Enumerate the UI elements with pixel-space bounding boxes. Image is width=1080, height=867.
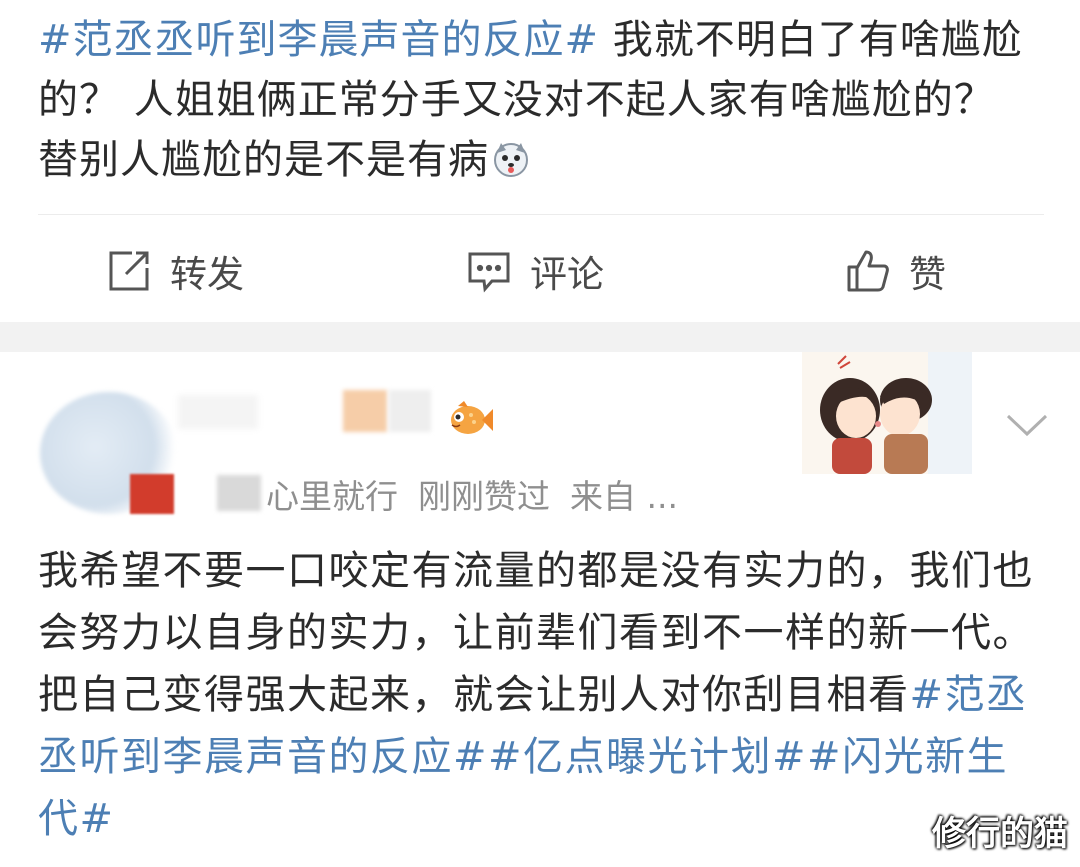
post-meta: 心里就行 刚刚赞过 来自 ... bbox=[266, 470, 698, 518]
comment-icon bbox=[468, 252, 510, 293]
meta-liked: 刚刚赞过 bbox=[418, 477, 550, 516]
avatar-badge bbox=[130, 474, 174, 514]
couple-sticker bbox=[802, 352, 972, 474]
badge-redacted bbox=[389, 390, 431, 432]
like-button[interactable]: 赞 bbox=[845, 232, 946, 310]
comment-button[interactable]: 评论 bbox=[466, 232, 604, 310]
hashtag-link[interactable]: #范丞丞听到李晨声音的反应# bbox=[38, 17, 599, 63]
repost-icon bbox=[109, 251, 149, 291]
fish-emoji bbox=[451, 401, 493, 434]
username-redacted bbox=[178, 395, 258, 429]
badge-redacted bbox=[343, 390, 387, 432]
comment-label: 评论 bbox=[530, 253, 604, 296]
repost-label: 转发 bbox=[170, 253, 244, 296]
meta-from: 来自 ... bbox=[570, 477, 678, 516]
post-text-2: 我希望不要一口咬定有流量的都是没有实力的，我们也会努力以自身的实力，让前辈们看到… bbox=[38, 540, 1048, 850]
post-text-1: #范丞丞听到李晨声音的反应# 我就不明白了有啥尴尬的？ 人姐姐俩正常分手又没对不… bbox=[38, 10, 1048, 190]
like-label: 赞 bbox=[909, 253, 946, 296]
dog-face-emoji bbox=[494, 143, 528, 177]
divider bbox=[38, 214, 1044, 215]
hashtag-link[interactable]: #亿点曝光计划# bbox=[488, 734, 807, 780]
repost-button[interactable]: 转发 bbox=[106, 232, 244, 310]
meta-redacted bbox=[217, 475, 261, 511]
like-icon bbox=[847, 250, 889, 292]
action-bar: 转发 评论 赞 bbox=[0, 232, 1080, 310]
watermark: 修行的猫 bbox=[932, 814, 1068, 854]
chevron-down-icon[interactable] bbox=[1004, 410, 1050, 440]
section-separator bbox=[0, 322, 1080, 352]
meta-source: 心里就行 bbox=[266, 477, 398, 516]
post-body-text: 我希望不要一口咬定有流量的都是没有实力的，我们也会努力以自身的实力，让前辈们看到… bbox=[38, 548, 1034, 718]
